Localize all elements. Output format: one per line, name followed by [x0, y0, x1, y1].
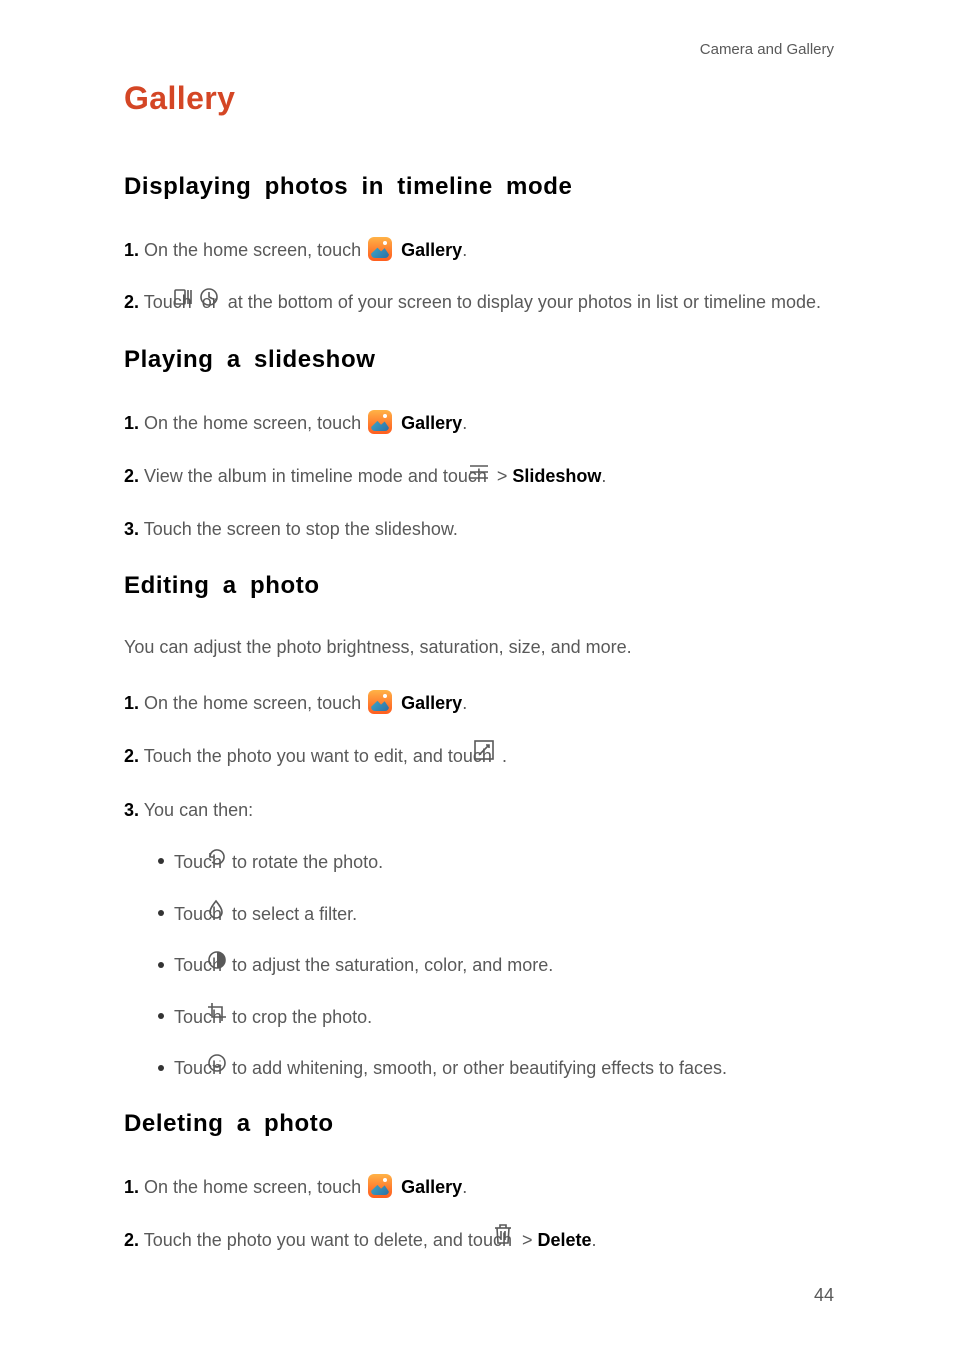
step-text: On the home screen, touch: [139, 413, 366, 433]
step-number: 2.: [124, 292, 139, 312]
step-text: .: [462, 1177, 467, 1197]
section-heading-slideshow: Playing a slideshow: [124, 341, 834, 378]
page-title: Gallery: [124, 74, 834, 124]
gallery-app-icon: [368, 237, 392, 261]
slideshow-step-3: 3. Touch the screen to stop the slidesho…: [124, 514, 834, 545]
bullet-text: to adjust the saturation, color, and mor…: [227, 955, 553, 975]
timeline-step-2: 2. Touch or at the bottom of your screen…: [124, 287, 834, 319]
app-label: Gallery: [396, 240, 462, 260]
app-label: Gallery: [396, 1177, 462, 1197]
section-heading-editing: Editing a photo: [124, 567, 834, 604]
step-text: .: [592, 1230, 597, 1250]
step-number: 2.: [124, 746, 139, 766]
bullet-crop: Touch to crop the photo.: [158, 1002, 834, 1034]
bullet-text: to add whitening, smooth, or other beaut…: [227, 1058, 727, 1078]
deleting-step-1: 1. On the home screen, touch Gallery.: [124, 1172, 834, 1203]
bullet-text: to select a filter.: [227, 904, 357, 924]
step-text: View the album in timeline mode and touc…: [139, 466, 492, 486]
deleting-step-2: 2. Touch the photo you want to delete, a…: [124, 1225, 834, 1257]
step-number: 1.: [124, 413, 139, 433]
step-text: .: [462, 693, 467, 713]
step-text: Touch the photo you want to delete, and …: [139, 1230, 517, 1250]
step-text: On the home screen, touch: [139, 1177, 366, 1197]
gallery-app-icon: [368, 1174, 392, 1198]
menu-item-label: Slideshow: [512, 466, 601, 486]
step-number: 1.: [124, 693, 139, 713]
slideshow-step-2: 2. View the album in timeline mode and t…: [124, 461, 834, 493]
step-text: at the bottom of your screen to display …: [223, 292, 821, 312]
editing-step-3: 3. You can then:: [124, 795, 834, 826]
step-number: 1.: [124, 1177, 139, 1197]
step-number: 2.: [124, 466, 139, 486]
bullet-dot-icon: [158, 962, 164, 968]
bullet-dot-icon: [158, 910, 164, 916]
step-text: On the home screen, touch: [139, 240, 366, 260]
step-text: >: [492, 466, 513, 486]
section-heading-timeline: Displaying photos in timeline mode: [124, 168, 834, 205]
bullet-text: to rotate the photo.: [227, 852, 383, 872]
editing-step-2: 2. Touch the photo you want to edit, and…: [124, 741, 834, 773]
editing-bullet-list: Touch to rotate the photo. Touch to sele…: [158, 847, 834, 1085]
app-label: Gallery: [396, 693, 462, 713]
page-number: 44: [814, 1282, 834, 1310]
step-text: Touch the photo you want to edit, and to…: [139, 746, 497, 766]
step-number: 2.: [124, 1230, 139, 1250]
bullet-beautify: Touch to add whitening, smooth, or other…: [158, 1053, 834, 1085]
bullet-dot-icon: [158, 858, 164, 864]
editing-intro: You can adjust the photo brightness, sat…: [124, 634, 834, 662]
step-text: Touch the screen to stop the slideshow.: [139, 519, 458, 539]
bullet-dot-icon: [158, 1013, 164, 1019]
bullet-filter: Touch to select a filter.: [158, 899, 834, 931]
step-text: .: [497, 746, 507, 766]
step-number: 1.: [124, 240, 139, 260]
slideshow-step-1: 1. On the home screen, touch Gallery.: [124, 408, 834, 439]
gallery-app-icon: [368, 690, 392, 714]
step-text: .: [462, 413, 467, 433]
step-number: 3.: [124, 519, 139, 539]
editing-step-1: 1. On the home screen, touch Gallery.: [124, 688, 834, 719]
step-number: 3.: [124, 800, 139, 820]
breadcrumb: Camera and Gallery: [700, 38, 834, 61]
step-text: On the home screen, touch: [139, 693, 366, 713]
gallery-app-icon: [368, 410, 392, 434]
menu-item-label: Delete: [537, 1230, 591, 1250]
bullet-adjust: Touch to adjust the saturation, color, a…: [158, 950, 834, 982]
step-text: .: [462, 240, 467, 260]
step-text: >: [517, 1230, 538, 1250]
step-text: .: [601, 466, 606, 486]
bullet-dot-icon: [158, 1065, 164, 1071]
bullet-text: to crop the photo.: [227, 1007, 372, 1027]
section-heading-deleting: Deleting a photo: [124, 1105, 834, 1142]
timeline-step-1: 1. On the home screen, touch Gallery.: [124, 235, 834, 266]
app-label: Gallery: [396, 413, 462, 433]
step-text: You can then:: [139, 800, 253, 820]
bullet-rotate: Touch to rotate the photo.: [158, 847, 834, 879]
